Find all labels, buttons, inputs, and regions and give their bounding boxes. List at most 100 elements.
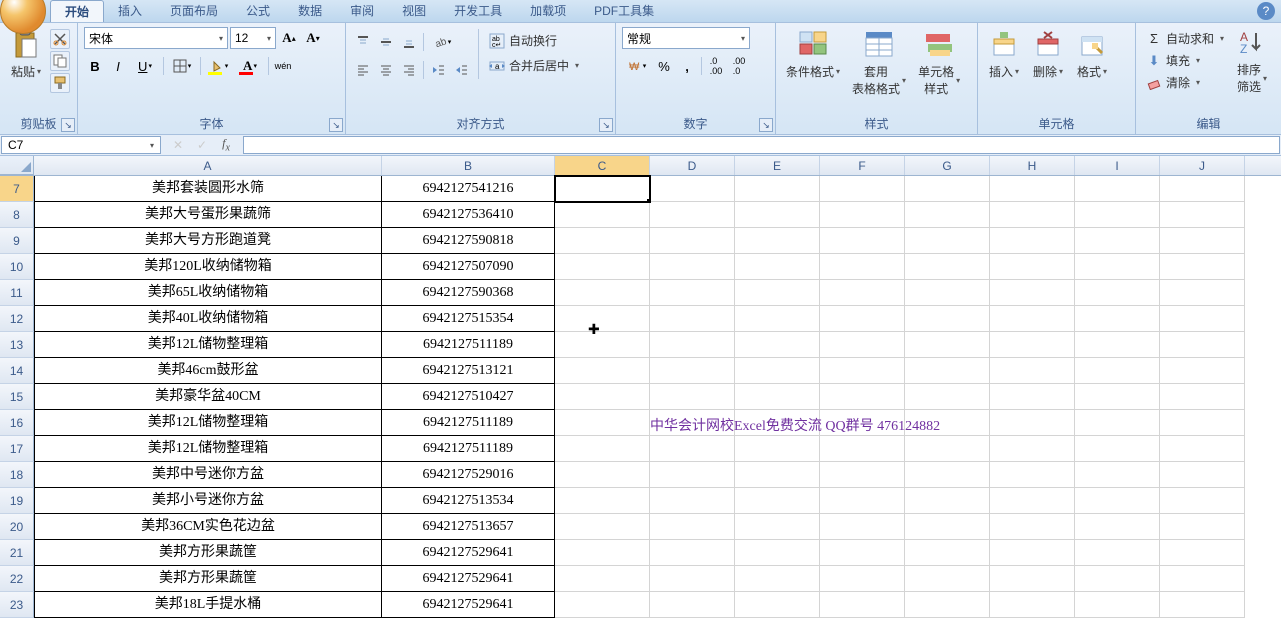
cell-C8[interactable] [555,202,650,228]
format-painter-button[interactable] [50,73,70,93]
cell-H12[interactable] [990,306,1075,332]
cell-E21[interactable] [735,540,820,566]
row-header-19[interactable]: 19 [0,488,34,514]
col-header-F[interactable]: F [820,156,905,175]
cell-H8[interactable] [990,202,1075,228]
row-header-23[interactable]: 23 [0,592,34,618]
row-header-22[interactable]: 22 [0,566,34,592]
cell-J12[interactable] [1160,306,1245,332]
cell-J15[interactable] [1160,384,1245,410]
cell-G7[interactable] [905,176,990,202]
clear-button[interactable]: 清除 [1142,73,1228,92]
tab-PDF工具集[interactable]: PDF工具集 [580,0,668,22]
cell-C15[interactable] [555,384,650,410]
cell-B9[interactable]: 6942127590818 [382,228,555,254]
cell-C10[interactable] [555,254,650,280]
row-header-9[interactable]: 9 [0,228,34,254]
fill-button[interactable]: ⬇填充 [1142,51,1228,70]
cell-J10[interactable] [1160,254,1245,280]
row-header-14[interactable]: 14 [0,358,34,384]
col-header-B[interactable]: B [382,156,555,175]
align-launcher[interactable]: ↘ [599,118,613,132]
paste-button[interactable]: 粘贴 [6,27,46,82]
tab-插入[interactable]: 插入 [104,0,156,22]
cell-E20[interactable] [735,514,820,540]
cell-F12[interactable] [820,306,905,332]
delete-cells-button[interactable]: 删除 [1028,27,1068,82]
bold-button[interactable]: B [84,55,106,77]
font-launcher[interactable]: ↘ [329,118,343,132]
cell-A12[interactable]: 美邦40L收纳储物箱 [34,306,382,332]
phonetic-button[interactable]: wén [272,55,294,77]
number-format-combo[interactable]: 常规▾ [622,27,750,49]
cell-G15[interactable] [905,384,990,410]
align-top-button[interactable] [352,31,374,53]
cell-J17[interactable] [1160,436,1245,462]
cell-A20[interactable]: 美邦36CM实色花边盆 [34,514,382,540]
cell-F9[interactable] [820,228,905,254]
cell-C23[interactable] [555,592,650,618]
cell-G14[interactable] [905,358,990,384]
cell-F18[interactable] [820,462,905,488]
cell-E13[interactable] [735,332,820,358]
cell-J19[interactable] [1160,488,1245,514]
cell-H13[interactable] [990,332,1075,358]
cell-B20[interactable]: 6942127513657 [382,514,555,540]
insert-function-button[interactable]: fx [216,136,236,153]
cell-D14[interactable] [650,358,735,384]
indent-decrease-button[interactable] [427,59,449,81]
autosum-button[interactable]: Σ自动求和 [1142,29,1228,48]
cell-D22[interactable] [650,566,735,592]
tab-开始[interactable]: 开始 [50,0,104,22]
cell-D18[interactable] [650,462,735,488]
cell-A16[interactable]: 美邦12L储物整理箱 [34,410,382,436]
merge-center-button[interactable]: a 合并后居中 [485,56,583,75]
cell-G11[interactable] [905,280,990,306]
cell-B7[interactable]: 6942127541216 [382,176,555,202]
formula-input[interactable] [243,136,1280,154]
row-header-10[interactable]: 10 [0,254,34,280]
cell-B16[interactable]: 6942127511189 [382,410,555,436]
row-header-17[interactable]: 17 [0,436,34,462]
tab-开发工具[interactable]: 开发工具 [440,0,516,22]
cell-G20[interactable] [905,514,990,540]
cell-E18[interactable] [735,462,820,488]
cell-C19[interactable] [555,488,650,514]
tab-页面布局[interactable]: 页面布局 [156,0,232,22]
cell-G18[interactable] [905,462,990,488]
row-header-15[interactable]: 15 [0,384,34,410]
cell-H19[interactable] [990,488,1075,514]
cell-styles-button[interactable]: 单元格 样式 [914,27,964,99]
cell-G22[interactable] [905,566,990,592]
cell-H15[interactable] [990,384,1075,410]
cell-G8[interactable] [905,202,990,228]
cell-D7[interactable] [650,176,735,202]
conditional-format-button[interactable]: 条件格式 [782,27,844,82]
cell-F8[interactable] [820,202,905,228]
tab-数据[interactable]: 数据 [284,0,336,22]
row-header-7[interactable]: 7 [0,176,34,202]
cell-F19[interactable] [820,488,905,514]
cell-I15[interactable] [1075,384,1160,410]
cell-B15[interactable]: 6942127510427 [382,384,555,410]
row-header-13[interactable]: 13 [0,332,34,358]
cell-F21[interactable] [820,540,905,566]
cell-E15[interactable] [735,384,820,410]
cell-D23[interactable] [650,592,735,618]
cell-J20[interactable] [1160,514,1245,540]
cell-B13[interactable]: 6942127511189 [382,332,555,358]
cell-E11[interactable] [735,280,820,306]
percent-button[interactable]: % [653,55,675,77]
cell-E22[interactable] [735,566,820,592]
cut-button[interactable] [50,29,70,49]
cell-F13[interactable] [820,332,905,358]
cell-D10[interactable] [650,254,735,280]
cell-B18[interactable]: 6942127529016 [382,462,555,488]
cell-H7[interactable] [990,176,1075,202]
select-all-corner[interactable] [0,156,34,175]
cell-D13[interactable] [650,332,735,358]
format-cells-button[interactable]: 格式 [1072,27,1112,82]
cell-B12[interactable]: 6942127515354 [382,306,555,332]
cell-C14[interactable] [555,358,650,384]
col-header-C[interactable]: C [555,156,650,175]
